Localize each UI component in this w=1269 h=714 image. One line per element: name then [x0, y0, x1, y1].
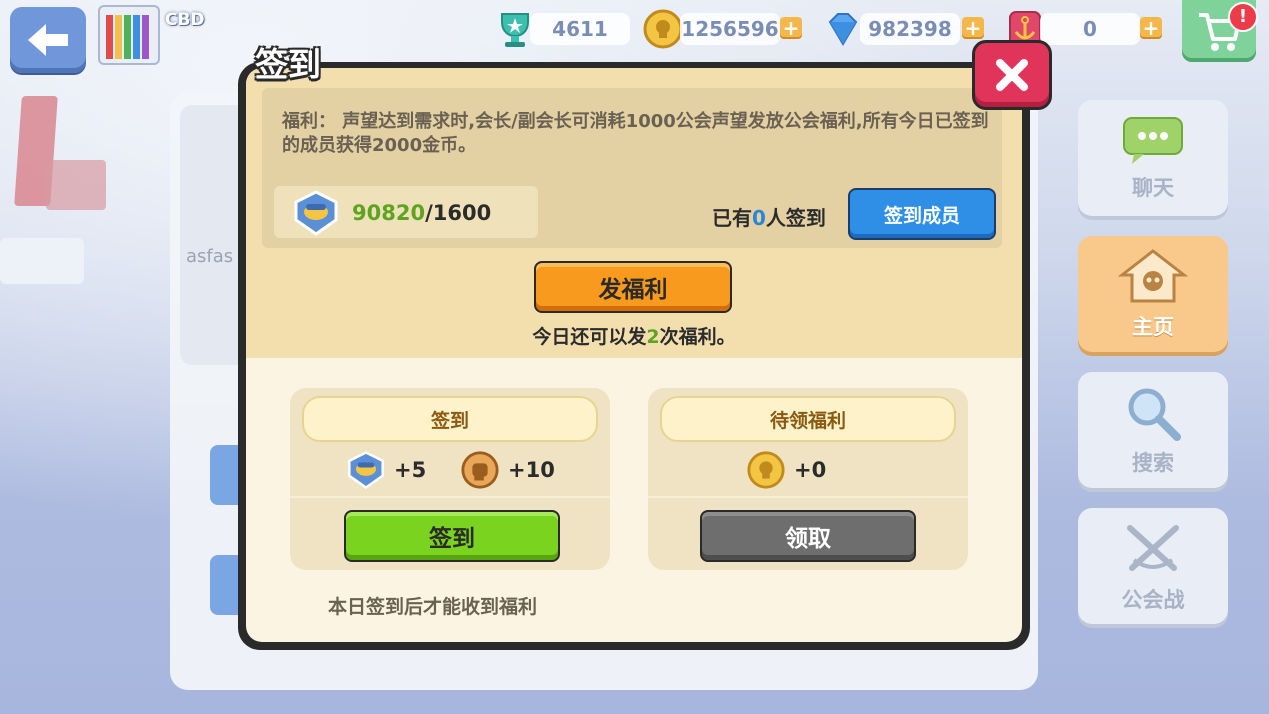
signed-count-text: 已有0人签到 — [712, 202, 826, 231]
add-anchor-button[interactable]: + — [1140, 17, 1162, 39]
pencils-icon — [106, 15, 149, 59]
skull-coin-icon — [747, 451, 785, 489]
card-divider — [648, 496, 968, 498]
cart-notification-badge: ! — [1228, 2, 1258, 32]
signin-members-button[interactable]: 签到成员 — [848, 188, 996, 240]
side-nav-chat-label: 聊天 — [1132, 176, 1174, 200]
distribute-welfare-button[interactable]: 发福利 — [534, 261, 732, 313]
reputation-icon — [348, 451, 384, 490]
side-nav-chat[interactable]: 聊天 — [1078, 100, 1228, 216]
crossed-swords-icon — [1127, 525, 1179, 571]
reputation-required: /1600 — [425, 201, 492, 225]
side-nav-guild-war-label: 公会战 — [1121, 588, 1185, 612]
magnifier-icon — [1128, 388, 1181, 441]
signin-reward-reputation-value: +5 — [394, 458, 427, 482]
signed-count: 0 — [752, 206, 766, 230]
chat-bubble-icon — [1123, 117, 1183, 164]
signin-card-title: 签到 — [302, 396, 598, 442]
back-button[interactable] — [10, 7, 86, 73]
fist-coin-icon — [461, 451, 499, 489]
gold-count: 1256596 — [680, 13, 780, 45]
signin-reward-fist: +10 — [460, 450, 555, 490]
welfare-note-count: 2 — [646, 326, 660, 348]
pending-welfare-title: 待领福利 — [660, 396, 956, 442]
add-gold-button[interactable]: + — [780, 17, 802, 39]
signin-reward-fist-value: +10 — [508, 458, 555, 482]
claim-welfare-button[interactable]: 领取 — [700, 510, 916, 562]
side-nav-home-label: 主页 — [1132, 315, 1174, 339]
welfare-remaining-note: 今日还可以发2次福利。 — [246, 322, 1022, 349]
pending-reward-gold-value: +0 — [794, 458, 827, 482]
side-nav-home[interactable]: 主页 — [1078, 236, 1228, 352]
pending-welfare-card: 待领福利 +0 领取 — [648, 388, 968, 570]
welfare-note-prefix: 今日还可以发 — [532, 326, 647, 348]
gold-coin-icon — [642, 8, 684, 50]
signed-suffix: 人签到 — [765, 206, 826, 230]
signed-prefix: 已有 — [712, 206, 752, 230]
signin-card: 签到 +5 +10 签到 — [290, 388, 610, 570]
reputation-current: 90820 — [352, 201, 426, 225]
arrow-left-icon — [28, 24, 68, 56]
close-icon — [996, 59, 1028, 91]
side-nav-guild-war[interactable]: 公会战 — [1078, 508, 1228, 624]
side-nav-search[interactable]: 搜索 — [1078, 372, 1228, 488]
guild-name-input: asfas — [186, 246, 234, 267]
guild-name: CBD — [165, 10, 205, 30]
welfare-note-suffix: 次福利。 — [659, 326, 736, 348]
trophy-count: 4611 — [530, 13, 630, 45]
home-skull-icon — [1118, 249, 1188, 303]
signin-footer-note: 本日签到后才能收到福利 — [328, 596, 538, 618]
background-blocks — [46, 160, 106, 210]
dialog-title: 签到 — [255, 45, 321, 84]
signin-button[interactable]: 签到 — [344, 510, 560, 562]
add-diamond-button[interactable]: + — [962, 17, 984, 39]
diamond-count: 982398 — [860, 13, 960, 45]
close-button[interactable] — [972, 40, 1052, 110]
anchor-count: 0 — [1040, 13, 1140, 45]
reputation-icon — [292, 190, 340, 240]
reputation-value: 90820/1600 — [352, 201, 491, 225]
card-divider — [290, 496, 610, 498]
pending-reward-gold: +0 — [746, 450, 826, 490]
guild-avatar[interactable] — [98, 5, 160, 65]
signin-dialog: 福利： 声望达到需求时,会长/副会长可消耗1000公会声望发放公会福利,所有今日… — [246, 68, 1022, 642]
signin-reward-reputation: +5 — [346, 450, 426, 490]
welfare-info-text: 福利： 声望达到需求时,会长/副会长可消耗1000公会声望发放公会福利,所有今日… — [282, 111, 989, 156]
diamond-icon — [822, 8, 864, 50]
background-ice — [0, 238, 84, 284]
side-nav-search-label: 搜索 — [1132, 451, 1174, 475]
